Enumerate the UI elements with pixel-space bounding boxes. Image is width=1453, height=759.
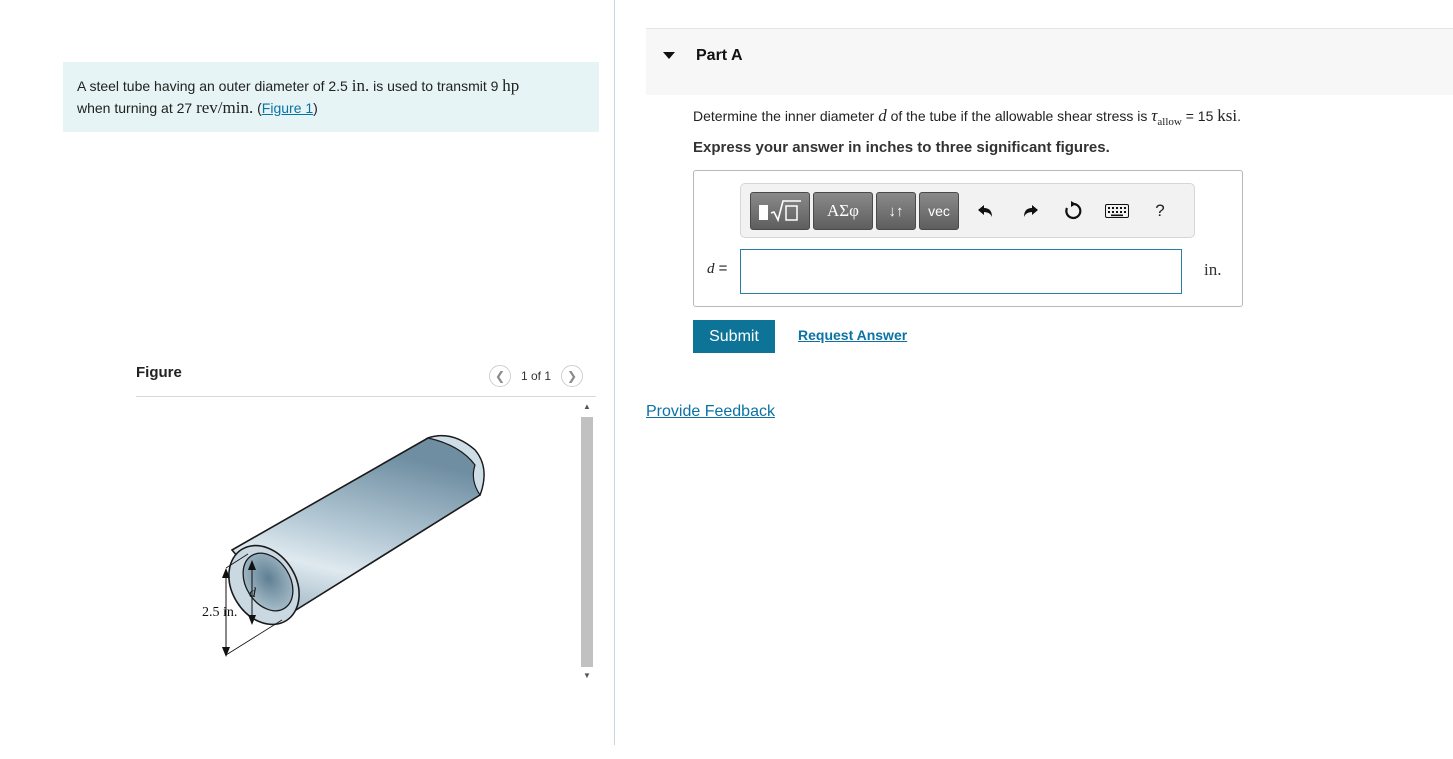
radical-template-icon xyxy=(759,200,801,223)
figure-title: Figure xyxy=(136,364,182,381)
provide-feedback-link[interactable]: Provide Feedback xyxy=(646,403,775,421)
figure-page-count: 1 of 1 xyxy=(521,369,552,383)
subscript-superscript-button[interactable]: ↓↑ xyxy=(876,192,916,230)
request-answer-link[interactable]: Request Answer xyxy=(798,327,907,343)
answer-input[interactable] xyxy=(740,249,1182,294)
keyboard-icon[interactable] xyxy=(1103,192,1131,230)
problem-statement: A steel tube having an outer diameter of… xyxy=(63,62,599,132)
reset-icon[interactable] xyxy=(1060,192,1086,230)
question-unit-ksi: ksi xyxy=(1217,106,1238,125)
part-a-header[interactable]: Part A xyxy=(646,28,1453,95)
figure-scrollbar[interactable]: ▲ ▼ xyxy=(579,399,595,687)
next-figure-button[interactable]: ❯ xyxy=(561,365,584,387)
math-toolbar: ΑΣφ ↓↑ vec ? xyxy=(740,183,1195,238)
problem-text-2: is used to transmit 9 xyxy=(373,78,499,94)
column-divider xyxy=(614,0,615,745)
undo-icon[interactable] xyxy=(973,192,999,230)
scroll-thumb[interactable] xyxy=(581,417,593,667)
question-var-d: d xyxy=(878,106,887,125)
figure-pager: ❮ 1 of 1 ❯ xyxy=(489,365,584,387)
prev-figure-button[interactable]: ❮ xyxy=(489,365,511,387)
tau-subscript: allow xyxy=(1157,115,1182,128)
question-part-1: Determine the inner diameter xyxy=(693,108,875,124)
problem-unit-rev: rev/min. xyxy=(196,98,254,117)
templates-button[interactable] xyxy=(750,192,810,230)
problem-unit-hp: hp xyxy=(502,76,520,95)
answer-instruction: Express your answer in inches to three s… xyxy=(693,139,1110,156)
help-button[interactable]: ? xyxy=(1148,192,1172,230)
problem-unit-in: in. xyxy=(351,76,370,95)
inner-diameter-label: d xyxy=(249,586,257,601)
problem-text-1: A steel tube having an outer diameter of… xyxy=(77,78,348,94)
chevron-right-icon: ❯ xyxy=(567,369,578,383)
scroll-down-arrow-icon[interactable]: ▼ xyxy=(582,670,592,682)
question-part-2: of the tube if the allowable shear stres… xyxy=(890,108,1148,124)
figure-divider xyxy=(136,396,596,397)
redo-icon[interactable] xyxy=(1017,192,1043,230)
figure-link[interactable]: Figure 1 xyxy=(262,100,313,116)
vector-button[interactable]: vec xyxy=(919,192,959,230)
question-text: Determine the inner diameter d of the tu… xyxy=(693,106,1241,128)
part-title: Part A xyxy=(696,47,743,64)
steel-tube-figure: 2.5 in. d xyxy=(202,434,485,657)
collapse-caret-icon[interactable] xyxy=(663,52,675,59)
submit-button[interactable]: Submit xyxy=(693,320,775,353)
answer-unit: in. xyxy=(1204,260,1222,279)
diameter-label: 2.5 in. xyxy=(202,605,237,620)
greek-symbols-button[interactable]: ΑΣφ xyxy=(813,192,873,230)
question-part-3: = 15 xyxy=(1185,108,1214,124)
scroll-up-arrow-icon[interactable]: ▲ xyxy=(582,401,592,413)
answer-var: d xyxy=(707,261,715,277)
chevron-left-icon: ❮ xyxy=(494,369,506,383)
answer-equals: = xyxy=(714,260,728,277)
problem-text-3: when turning at 27 xyxy=(77,100,193,116)
answer-label: d = xyxy=(707,260,727,278)
answer-container: ΑΣφ ↓↑ vec ? d = in. xyxy=(693,170,1243,307)
